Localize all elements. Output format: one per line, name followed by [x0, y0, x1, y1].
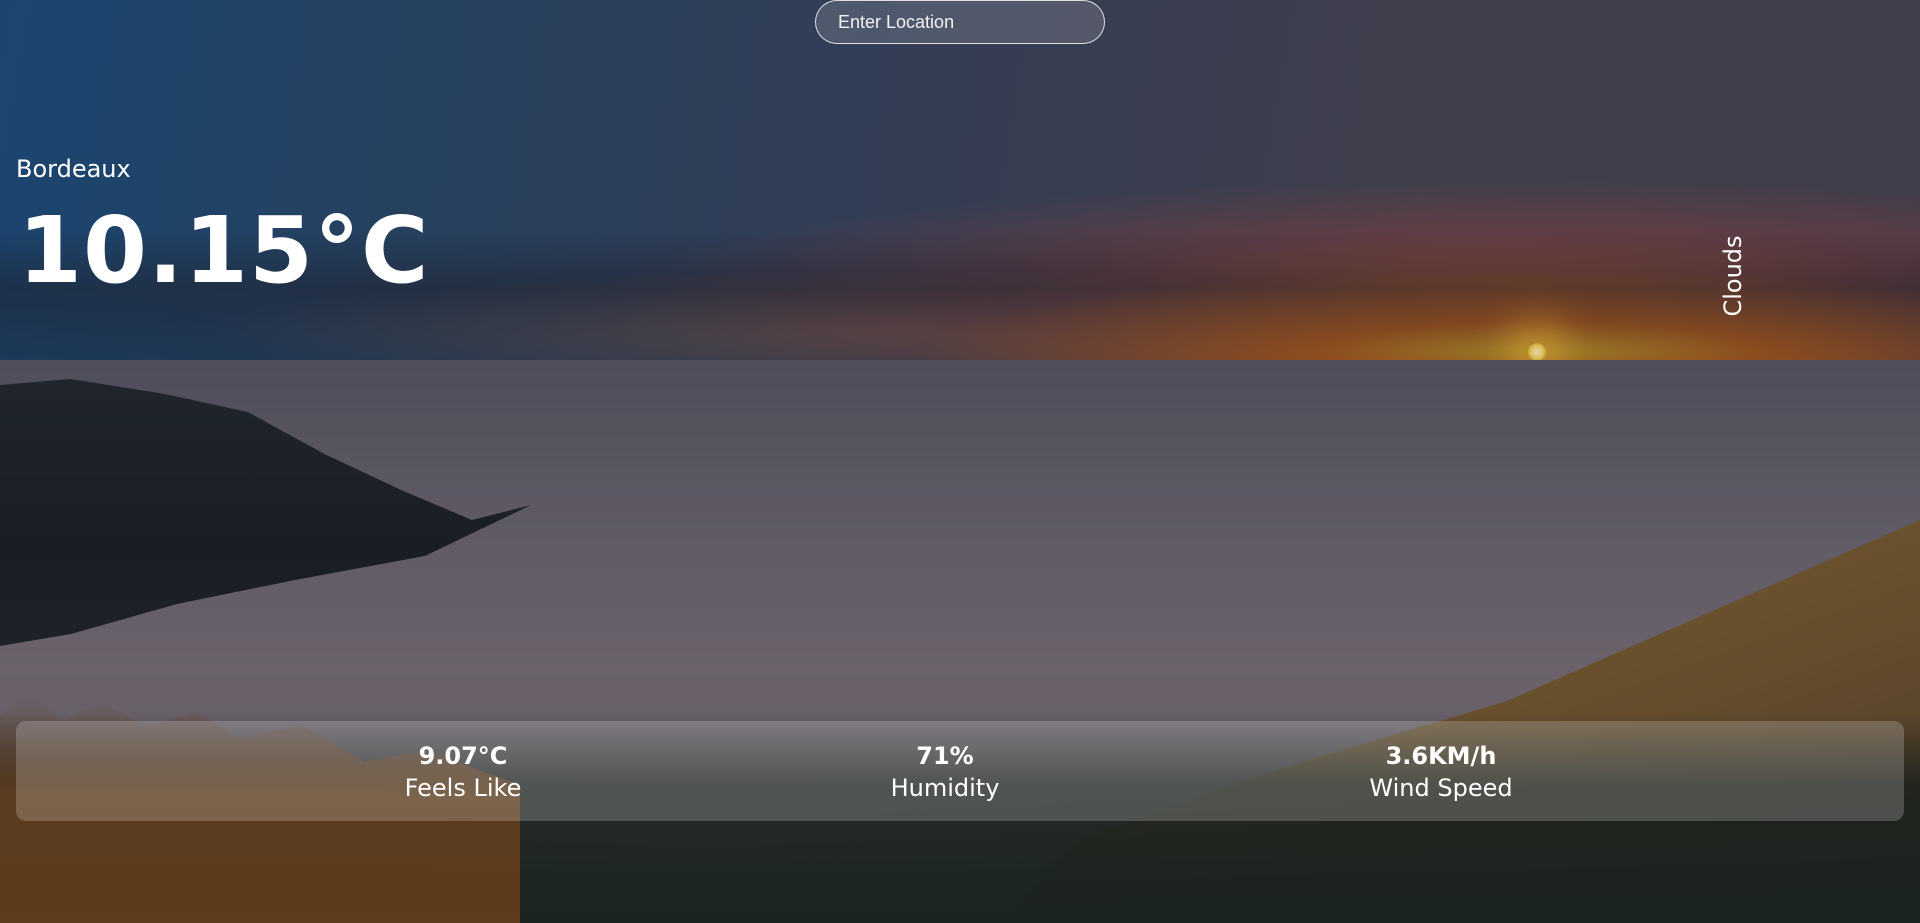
feels-like-stat: 9.07°C Feels Like	[343, 741, 583, 805]
weather-details-panel: 9.07°C Feels Like 71% Humidity 3.6KM/h W…	[16, 721, 1904, 821]
location-name: Bordeaux	[16, 155, 131, 183]
location-search-input[interactable]	[815, 0, 1105, 44]
wind-speed-stat: 3.6KM/h Wind Speed	[1321, 741, 1561, 805]
humidity-stat: 71% Humidity	[825, 741, 1065, 805]
weather-app: Bordeaux 10.15°C Clouds 9.07°C Feels Lik…	[0, 0, 1920, 923]
humidity-label: Humidity	[890, 774, 1000, 802]
weather-description: Clouds	[1719, 235, 1747, 317]
wind-speed-label: Wind Speed	[1369, 774, 1513, 802]
wind-speed-value: 3.6KM/h	[1385, 742, 1497, 770]
feels-like-value: 9.07°C	[418, 742, 508, 770]
feels-like-label: Feels Like	[404, 774, 522, 802]
current-temperature: 10.15°C	[18, 197, 430, 304]
humidity-value: 71%	[916, 742, 974, 770]
search-bar	[815, 0, 1105, 44]
